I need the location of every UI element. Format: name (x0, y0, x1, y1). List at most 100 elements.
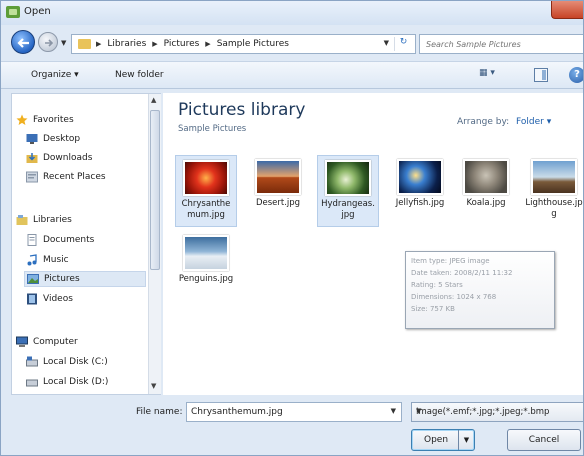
file-info-tooltip: Item type: JPEG image Date taken: 2008/2… (405, 251, 555, 329)
file-thumbnail (183, 160, 229, 196)
tooltip-dimensions: Dimensions: 1024 x 768 (411, 293, 497, 301)
file-item[interactable]: Chrysanthemum.jpg (175, 155, 237, 227)
nav-computer[interactable]: Computer (16, 334, 78, 350)
nav-pictures[interactable]: Pictures (24, 271, 146, 287)
chevron-right-icon[interactable]: ▶ (152, 40, 157, 48)
nav-computer-label: Computer (33, 337, 78, 347)
file-name: Hydrangeas.jpg (321, 199, 375, 220)
file-name: Penguins.jpg (178, 274, 234, 284)
file-item[interactable]: Jellyfish.jpg (389, 155, 451, 227)
chevron-down-icon[interactable]: ▼ (416, 407, 579, 415)
back-button[interactable] (11, 30, 35, 54)
file-name: Koala.jpg (466, 198, 506, 208)
window-title: Open (24, 6, 51, 17)
address-dropdown[interactable]: ▼ (384, 39, 389, 47)
organize-button[interactable]: Organize ▾ (31, 70, 79, 80)
nav-libraries-label: Libraries (33, 215, 72, 225)
breadcrumb-sample-pictures[interactable]: Sample Pictures (217, 39, 289, 49)
nav-documents[interactable]: Documents (26, 232, 94, 248)
forward-button[interactable] (38, 32, 58, 52)
file-name-combo[interactable]: ▼ (186, 402, 402, 422)
recent-pages-dropdown[interactable]: ▼ (61, 39, 66, 47)
desktop-icon (26, 134, 38, 144)
navigation-pane: Favorites Desktop Downloads Recent Place… (11, 93, 161, 395)
preview-pane-icon[interactable] (534, 68, 548, 82)
open-button[interactable]: Open ▼ (411, 429, 475, 451)
drive-icon (26, 379, 38, 387)
file-name-input[interactable] (187, 403, 383, 421)
search-input[interactable] (420, 35, 570, 53)
file-item[interactable]: Hydrangeas.jpg (317, 155, 379, 227)
documents-icon (27, 234, 37, 246)
nav-desktop[interactable]: Desktop (26, 131, 80, 147)
nav-scrollbar[interactable]: ▲ ▼ (148, 94, 161, 394)
nav-downloads[interactable]: Downloads (26, 150, 92, 166)
chevron-right-icon[interactable]: ▶ (205, 40, 210, 48)
file-item[interactable]: Lighthouse.jpg (523, 155, 583, 227)
forward-arrow-icon (45, 39, 54, 47)
nav-music-label: Music (43, 255, 69, 265)
close-button[interactable] (551, 1, 583, 19)
libraries-icon (16, 215, 28, 225)
file-type-select[interactable]: Image(*.emf;*.jpg;*.jpeg;*.bmp ▼ (411, 402, 583, 422)
address-bar[interactable]: ▶ Libraries ▶ Pictures ▶ Sample Pictures… (71, 34, 416, 54)
pictures-icon (27, 274, 39, 284)
nav-local-disk-c[interactable]: Local Disk (C:) (26, 354, 108, 370)
open-button-label: Open (424, 435, 449, 445)
nav-videos-label: Videos (43, 294, 73, 304)
tooltip-item-type: Item type: JPEG image (411, 257, 490, 265)
folder-icon (78, 39, 91, 49)
arrange-by: Arrange by: Folder ▾ (457, 117, 551, 127)
recent-places-icon (26, 171, 38, 183)
file-thumbnail (183, 235, 229, 271)
file-thumbnail (463, 159, 509, 195)
file-item[interactable]: Desert.jpg (247, 155, 309, 227)
breadcrumb-libraries[interactable]: Libraries (107, 39, 146, 49)
videos-icon (27, 293, 37, 305)
downloads-icon (26, 153, 38, 163)
nav-libraries[interactable]: Libraries (16, 212, 72, 228)
search-box[interactable] (419, 34, 583, 54)
star-icon (16, 114, 28, 125)
tooltip-date-taken: Date taken: 2008/2/11 11:32 (411, 269, 513, 277)
chevron-right-icon[interactable]: ▶ (96, 40, 101, 48)
breadcrumb-pictures[interactable]: Pictures (164, 39, 200, 49)
scroll-down-icon[interactable]: ▼ (151, 382, 156, 390)
nav-downloads-label: Downloads (43, 153, 93, 163)
title-bar: Open (1, 1, 583, 25)
nav-pictures-label: Pictures (44, 274, 80, 284)
file-item[interactable]: Koala.jpg (455, 155, 517, 227)
scroll-up-icon[interactable]: ▲ (151, 96, 156, 104)
file-name: Jellyfish.jpg (395, 198, 445, 208)
file-item[interactable]: Penguins.jpg (175, 231, 237, 303)
file-thumbnail (255, 159, 301, 195)
new-folder-button[interactable]: New folder (115, 70, 164, 80)
nav-local-disk-c-label: Local Disk (C:) (43, 357, 108, 367)
nav-videos[interactable]: Videos (26, 291, 73, 307)
cancel-button[interactable]: Cancel (507, 429, 581, 451)
views-icon[interactable]: ▦ ▾ (479, 68, 507, 84)
scroll-thumb[interactable] (150, 110, 160, 270)
help-icon[interactable]: ? (569, 67, 583, 83)
drive-icon (26, 356, 38, 367)
refresh-icon[interactable]: ↻ (394, 37, 412, 51)
library-subtitle: Sample Pictures (178, 124, 247, 134)
file-name-label: File name: (136, 407, 183, 417)
file-name: Chrysanthemum.jpg (181, 199, 231, 220)
file-list-pane: Pictures library Sample Pictures Arrange… (163, 93, 583, 395)
chevron-down-icon[interactable]: ▼ (391, 407, 396, 415)
tooltip-rating: Rating: 5 Stars (411, 281, 463, 289)
arrange-by-label: Arrange by: (457, 117, 510, 127)
nav-favorites[interactable]: Favorites (16, 112, 74, 128)
nav-recent-places[interactable]: Recent Places (26, 169, 106, 185)
breadcrumb: ▶ Libraries ▶ Pictures ▶ Sample Pictures (96, 39, 289, 49)
arrange-by-dropdown[interactable]: Folder ▾ (516, 117, 551, 127)
file-name: Lighthouse.jpg (525, 198, 583, 219)
file-thumbnail (397, 159, 443, 195)
nav-local-disk-d[interactable]: Local Disk (D:) (26, 374, 108, 390)
address-row: ▼ ▶ Libraries ▶ Pictures ▶ Sample Pictur… (1, 27, 583, 59)
music-icon (27, 254, 37, 266)
nav-music[interactable]: Music (26, 252, 69, 268)
open-split-dropdown-icon[interactable]: ▼ (458, 430, 474, 450)
library-title: Pictures library (178, 100, 306, 120)
